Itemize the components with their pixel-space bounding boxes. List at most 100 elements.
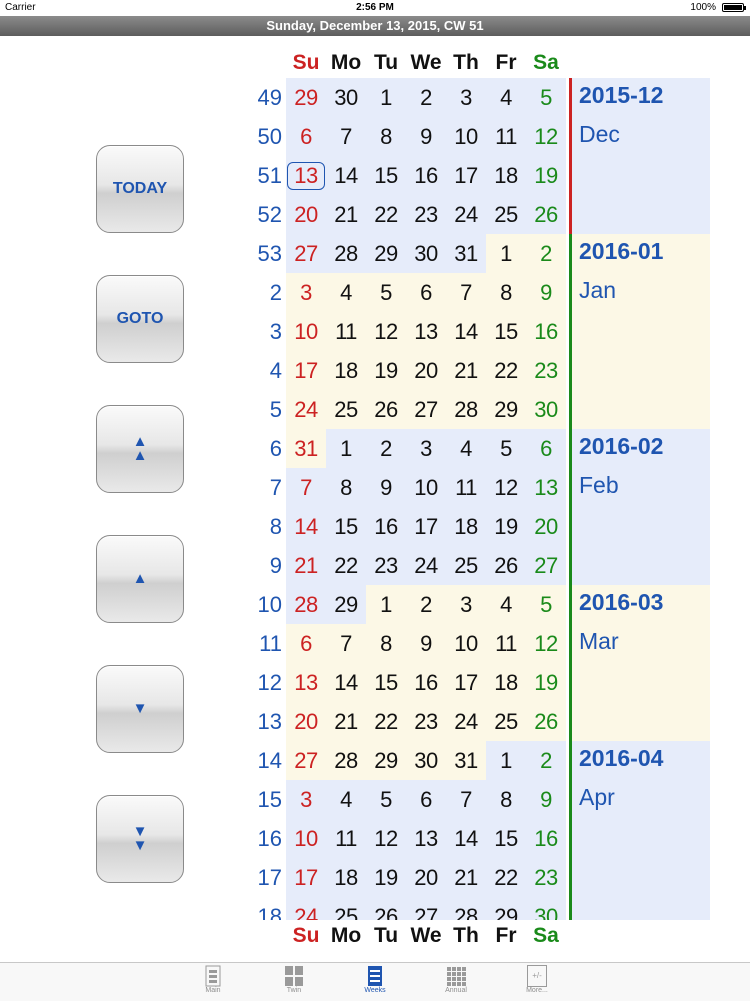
day-cell[interactable]: 3 [446, 78, 486, 117]
day-cell[interactable]: 5 [366, 273, 406, 312]
day-cell[interactable]: 26 [366, 897, 406, 920]
day-cell[interactable]: 5 [366, 780, 406, 819]
day-cell[interactable]: 22 [366, 702, 406, 741]
day-cell[interactable]: 6 [526, 429, 566, 468]
day-cell[interactable]: 4 [326, 780, 366, 819]
day-cell[interactable]: 17 [286, 351, 326, 390]
day-cell[interactable]: 1 [366, 585, 406, 624]
tab-annual[interactable]: Annual [426, 965, 486, 994]
day-cell[interactable]: 28 [446, 897, 486, 920]
day-cell[interactable]: 11 [486, 117, 526, 156]
day-cell[interactable]: 11 [446, 468, 486, 507]
day-cell[interactable]: 16 [526, 819, 566, 858]
day-cell[interactable]: 30 [526, 897, 566, 920]
tab-more[interactable]: +/- More... [507, 965, 567, 994]
day-cell[interactable]: 8 [366, 117, 406, 156]
day-cell[interactable]: 6 [286, 117, 326, 156]
day-cell[interactable]: 10 [406, 468, 446, 507]
day-cell[interactable]: 31 [286, 429, 326, 468]
day-cell[interactable]: 25 [486, 702, 526, 741]
day-cell[interactable]: 20 [286, 702, 326, 741]
day-cell[interactable]: 13 [406, 312, 446, 351]
day-cell[interactable]: 9 [526, 273, 566, 312]
day-cell[interactable]: 24 [406, 546, 446, 585]
day-cell[interactable]: 13 [526, 468, 566, 507]
day-cell[interactable]: 19 [366, 351, 406, 390]
day-cell[interactable]: 5 [526, 585, 566, 624]
day-cell[interactable]: 28 [286, 585, 326, 624]
day-cell[interactable]: 11 [486, 624, 526, 663]
day-cell[interactable]: 31 [446, 234, 486, 273]
day-cell[interactable]: 18 [326, 351, 366, 390]
day-cell[interactable]: 3 [286, 273, 326, 312]
day-cell[interactable]: 5 [526, 78, 566, 117]
day-cell[interactable]: 17 [446, 663, 486, 702]
day-cell[interactable]: 15 [366, 663, 406, 702]
day-cell[interactable]: 27 [286, 234, 326, 273]
day-cell[interactable]: 29 [366, 234, 406, 273]
day-cell[interactable]: 20 [526, 507, 566, 546]
day-cell[interactable]: 9 [526, 780, 566, 819]
day-cell[interactable]: 3 [406, 429, 446, 468]
day-cell[interactable]: 14 [286, 507, 326, 546]
day-cell[interactable]: 28 [326, 741, 366, 780]
day-cell[interactable]: 8 [486, 780, 526, 819]
day-cell[interactable]: 20 [286, 195, 326, 234]
day-cell[interactable]: 27 [526, 546, 566, 585]
day-cell[interactable]: 9 [366, 468, 406, 507]
day-cell[interactable]: 4 [486, 585, 526, 624]
day-cell[interactable]: 1 [486, 741, 526, 780]
day-cell[interactable]: 26 [486, 546, 526, 585]
day-cell[interactable]: 25 [486, 195, 526, 234]
day-cell[interactable]: 22 [486, 351, 526, 390]
day-cell[interactable]: 19 [526, 663, 566, 702]
day-cell[interactable]: 9 [406, 117, 446, 156]
day-cell[interactable]: 26 [526, 195, 566, 234]
day-cell[interactable]: 16 [406, 663, 446, 702]
day-cell[interactable]: 25 [326, 897, 366, 920]
day-cell[interactable]: 10 [286, 819, 326, 858]
day-cell[interactable]: 24 [446, 195, 486, 234]
day-cell[interactable]: 12 [526, 624, 566, 663]
day-cell[interactable]: 30 [326, 78, 366, 117]
day-cell[interactable]: 10 [286, 312, 326, 351]
day-cell[interactable]: 15 [326, 507, 366, 546]
day-cell[interactable]: 23 [406, 195, 446, 234]
day-cell[interactable]: 2 [406, 78, 446, 117]
day-cell[interactable]: 5 [486, 429, 526, 468]
day-cell[interactable]: 17 [286, 858, 326, 897]
day-cell[interactable]: 8 [326, 468, 366, 507]
day-cell[interactable]: 4 [486, 78, 526, 117]
day-cell[interactable]: 27 [406, 897, 446, 920]
day-cell[interactable]: 30 [406, 234, 446, 273]
day-cell[interactable]: 28 [326, 234, 366, 273]
day-cell[interactable]: 26 [526, 702, 566, 741]
day-cell[interactable]: 14 [326, 156, 366, 195]
day-cell[interactable]: 19 [526, 156, 566, 195]
day-cell[interactable]: 12 [366, 819, 406, 858]
day-cell[interactable]: 1 [366, 78, 406, 117]
day-cell[interactable]: 13 [286, 663, 326, 702]
day-cell[interactable]: 23 [366, 546, 406, 585]
day-cell[interactable]: 26 [366, 390, 406, 429]
day-cell[interactable]: 16 [406, 156, 446, 195]
tab-weeks[interactable]: Weeks [345, 965, 405, 994]
day-cell[interactable]: 9 [406, 624, 446, 663]
day-cell[interactable]: 1 [326, 429, 366, 468]
day-cell[interactable]: 17 [406, 507, 446, 546]
day-cell[interactable]: 22 [366, 195, 406, 234]
day-cell[interactable]: 21 [446, 351, 486, 390]
day-cell[interactable]: 10 [446, 624, 486, 663]
day-cell[interactable]: 14 [446, 819, 486, 858]
day-cell[interactable]: 27 [406, 390, 446, 429]
day-cell[interactable]: 4 [326, 273, 366, 312]
day-cell[interactable]: 12 [486, 468, 526, 507]
day-cell[interactable]: 18 [486, 156, 526, 195]
day-cell[interactable]: 7 [326, 624, 366, 663]
day-cell[interactable]: 25 [326, 390, 366, 429]
day-cell[interactable]: 20 [406, 351, 446, 390]
day-cell[interactable]: 19 [366, 858, 406, 897]
day-cell[interactable]: 11 [326, 819, 366, 858]
day-cell[interactable]: 19 [486, 507, 526, 546]
day-cell[interactable]: 29 [486, 897, 526, 920]
